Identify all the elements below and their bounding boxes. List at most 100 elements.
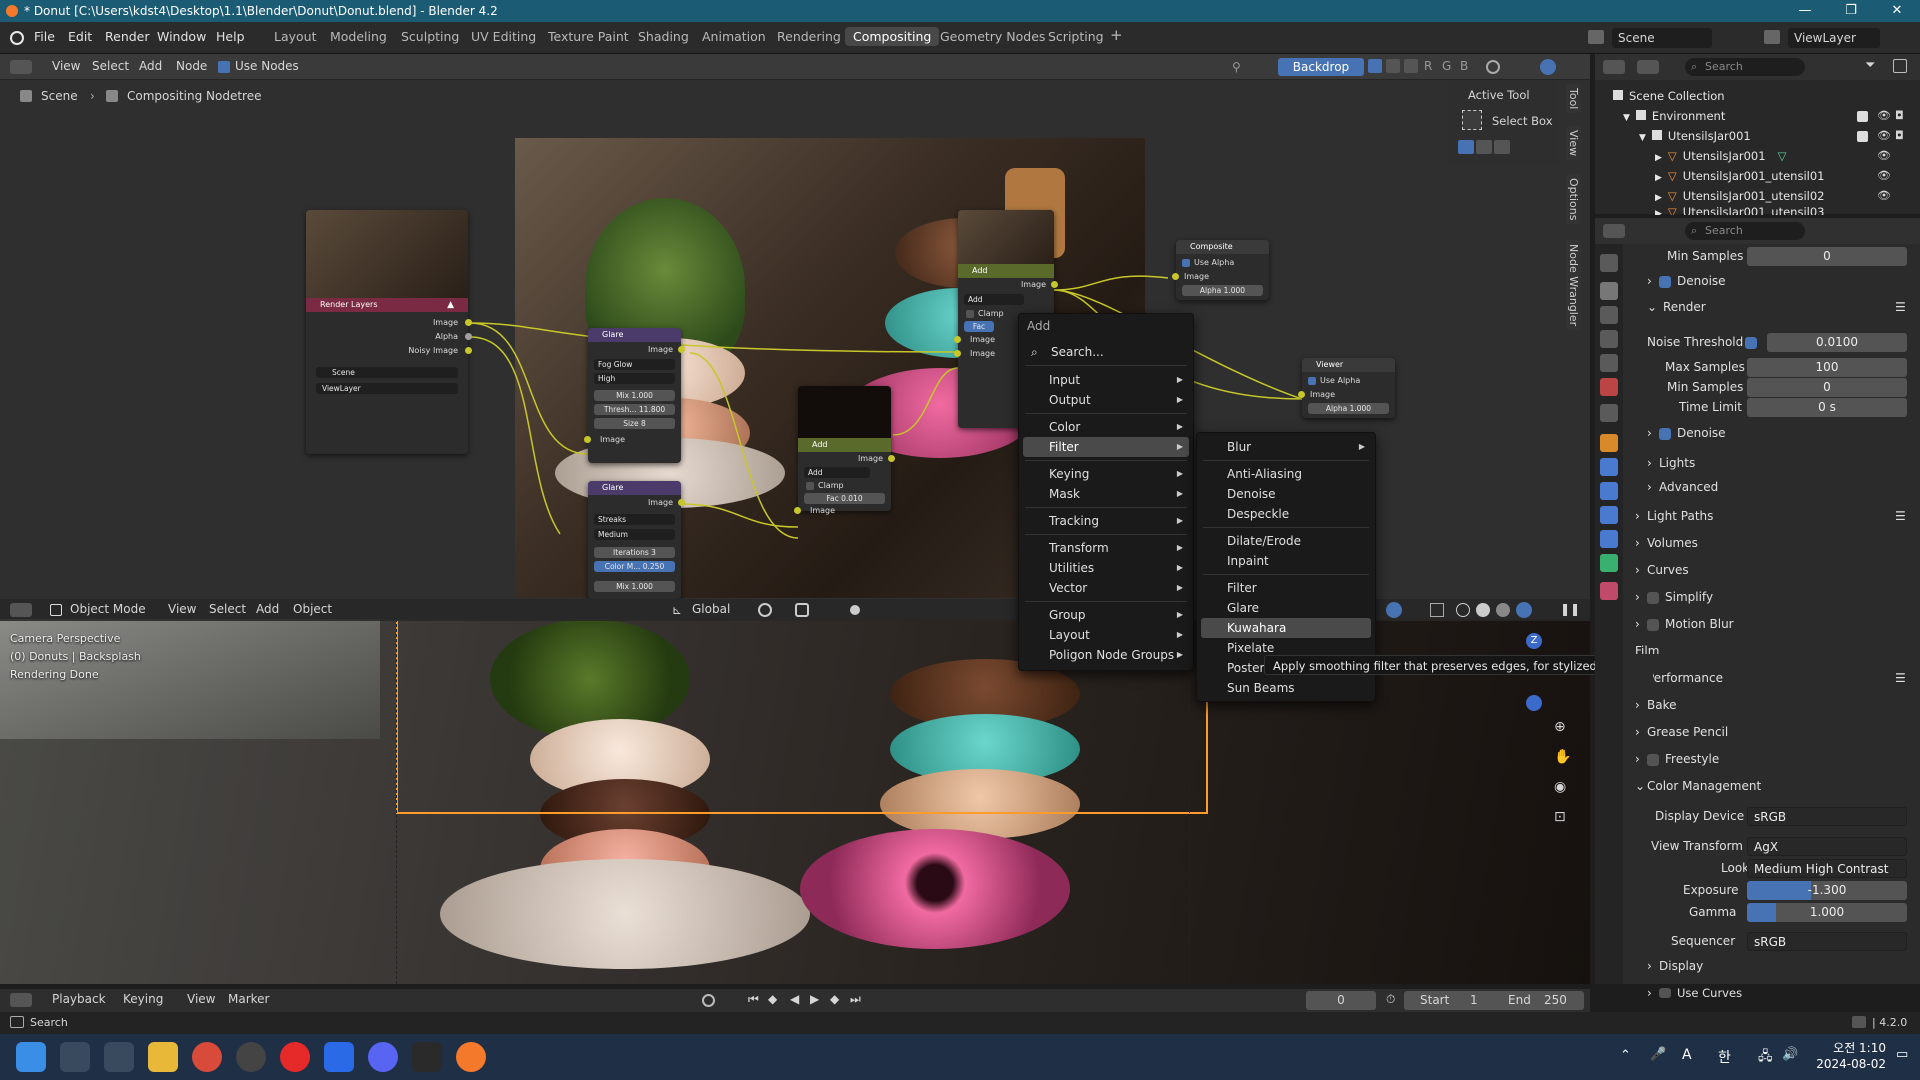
task-view-icon[interactable] [104, 1042, 134, 1072]
workspace-tab-sculpting[interactable]: Sculpting [401, 29, 459, 44]
composite-node[interactable]: Composite Use Alpha Image Alpha 1.000 [1172, 240, 1269, 300]
denoise-checkbox[interactable] [1659, 276, 1671, 288]
render-camera-icon[interactable]: ◘ [1895, 109, 1904, 122]
current-frame-field[interactable]: 0 [1306, 991, 1376, 1010]
denoise-render-checkbox[interactable] [1659, 428, 1671, 440]
use-curves-checkbox[interactable] [1659, 988, 1671, 998]
add-2-blend-dropdown[interactable]: Add [964, 294, 1024, 305]
workspace-tab-uv-editing[interactable]: UV Editing [471, 29, 536, 44]
render-layers-image-socket[interactable] [465, 319, 472, 326]
outliner-item-utensilsjar-collection[interactable]: ▼ UtensilsJar001 [1639, 126, 1751, 146]
shading-rendered-icon[interactable] [1516, 602, 1532, 618]
simplify-section[interactable]: Simplify [1665, 590, 1713, 604]
physics-tab-icon[interactable] [1600, 506, 1618, 524]
filter-denoise[interactable]: Denoise [1201, 484, 1371, 504]
add-2-input-socket-b[interactable] [954, 350, 961, 357]
viewlayer-selector-icon[interactable] [1764, 30, 1780, 44]
viewer-node[interactable]: Viewer Use Alpha Image Alpha 1.000 [1298, 358, 1395, 418]
menu-edit[interactable]: Edit [68, 29, 92, 44]
chrome-icon[interactable] [192, 1042, 222, 1072]
glare-node-1-header[interactable]: Glare [588, 328, 681, 342]
chevron-right-icon[interactable]: › [1647, 959, 1652, 973]
grease-pencil-section[interactable]: Grease Pencil [1647, 725, 1728, 739]
outliner-item-utensilsjar-object[interactable]: ▶ ▽ UtensilsJar001 ▽ [1655, 146, 1786, 166]
timeline-editor-type-icon[interactable] [10, 993, 32, 1007]
view-transform-dropdown[interactable]: AgX [1747, 837, 1907, 856]
chevron-right-icon[interactable]: › [1635, 698, 1640, 712]
viewlayer-name-field[interactable]: ViewLayer [1788, 28, 1880, 48]
composite-image-socket[interactable] [1172, 273, 1179, 280]
add-menu-keying[interactable]: Keying ▶ [1023, 464, 1189, 484]
motion-blur-section[interactable]: Motion Blur [1665, 617, 1734, 631]
volumes-section[interactable]: Volumes [1647, 536, 1698, 550]
data-tab-icon[interactable] [1600, 554, 1618, 572]
workspace-tab-scripting[interactable]: Scripting [1048, 29, 1104, 44]
workspace-tab-shading[interactable]: Shading [638, 29, 689, 44]
color-management-section[interactable]: Color Management [1647, 779, 1761, 793]
jump-to-start-icon[interactable]: ⏮ [748, 992, 759, 1007]
outliner-editor-type-icon[interactable] [1603, 60, 1625, 74]
glare-2-color-modulation-field[interactable]: Color M... 0.250 [594, 561, 675, 572]
presets-list-icon[interactable]: ☰ [1895, 509, 1906, 523]
chevron-right-icon[interactable]: › [1635, 590, 1640, 604]
timeline-menu-playback[interactable]: Playback [52, 992, 106, 1006]
glare-2-iterations-field[interactable]: Iterations 3 [594, 547, 675, 558]
chevron-right-icon[interactable]: › [1635, 725, 1640, 739]
pan-hand-icon[interactable]: ✋ [1554, 749, 1571, 765]
presets-list-icon[interactable]: ☰ [1895, 671, 1906, 685]
chevron-down-icon[interactable]: ▼ [1639, 133, 1646, 143]
view-layer-tab-icon[interactable] [1600, 330, 1618, 348]
record-icon[interactable] [702, 994, 715, 1007]
viewer-use-alpha-checkbox[interactable] [1308, 377, 1316, 385]
add-menu-layout[interactable]: Layout ▶ [1023, 625, 1189, 645]
advanced-subpanel[interactable]: Advanced [1659, 480, 1718, 494]
object-mode-dropdown[interactable]: Object Mode [70, 602, 146, 616]
world-tab-icon[interactable] [1600, 378, 1618, 396]
chevron-right-icon[interactable]: › [1635, 536, 1640, 550]
light-paths-section[interactable]: Light Paths [1647, 509, 1713, 523]
display-subpanel[interactable]: Display [1659, 959, 1703, 973]
viewer-alpha-field[interactable]: Alpha 1.000 [1308, 403, 1389, 414]
add-menu-tracking[interactable]: Tracking ▶ [1023, 511, 1189, 531]
glare-2-type-dropdown[interactable]: Streaks [594, 514, 675, 525]
exclude-checkbox[interactable] [1857, 131, 1868, 142]
add-1-input-socket-a[interactable] [794, 507, 801, 514]
blender-taskbar-icon[interactable] [456, 1042, 486, 1072]
glare-1-mix-field[interactable]: Mix 1.000 [594, 390, 675, 401]
freestyle-checkbox[interactable] [1647, 754, 1659, 766]
glare-1-input-socket[interactable] [584, 436, 591, 443]
texture-tab-icon[interactable] [1600, 582, 1618, 600]
glare-node-2-header[interactable]: Glare [588, 481, 681, 495]
composite-use-alpha-checkbox[interactable] [1182, 259, 1190, 267]
add-1-blend-dropdown[interactable]: Add [804, 467, 870, 478]
glare-2-output-socket[interactable] [678, 499, 685, 506]
timeline-menu-view[interactable]: View [187, 992, 215, 1006]
sidebar-tab-view[interactable]: View [1566, 126, 1581, 161]
sidebar-tab-tool[interactable]: Tool [1566, 84, 1581, 114]
chevron-right-icon[interactable]: › [1647, 426, 1652, 440]
volume-icon[interactable]: 🔊 [1782, 1047, 1798, 1062]
viewport-menu-select[interactable]: Select [209, 602, 246, 616]
viewer-image-socket[interactable] [1298, 391, 1305, 398]
add-menu-poligon-node-groups[interactable]: Poligon Node Groups ▶ [1023, 645, 1189, 665]
object-tab-icon[interactable] [1600, 434, 1618, 452]
stopwatch-icon[interactable]: ⏱ [1386, 992, 1395, 1007]
xray-toggle-icon[interactable] [1430, 603, 1444, 617]
simplify-checkbox[interactable] [1647, 592, 1659, 604]
bake-section[interactable]: Bake [1647, 698, 1677, 712]
timeline-menu-marker[interactable]: Marker [228, 992, 269, 1006]
chevron-right-icon[interactable]: ▶ [1655, 153, 1662, 163]
max-samples-field[interactable]: 100 [1747, 358, 1907, 377]
render-layers-viewlayer-field[interactable]: ViewLayer [316, 383, 458, 394]
navigation-gizmo-z[interactable]: Z [1526, 633, 1542, 649]
add-node-1-header[interactable]: Add [798, 438, 891, 452]
play-icon[interactable]: ▶ [810, 992, 819, 1006]
chevron-down-icon[interactable]: ⌄ [1647, 300, 1657, 314]
frame-range-field[interactable]: Start 1 End 250 [1404, 991, 1584, 1010]
select-box-tool-icon[interactable] [1462, 110, 1482, 130]
add-2-input-socket-a[interactable] [954, 336, 961, 343]
chevron-right-icon[interactable]: › [1647, 456, 1652, 470]
time-limit-field[interactable]: 0 s [1747, 398, 1907, 417]
render-layers-node[interactable]: Render Layers ▲ Image Alpha Noisy Image … [306, 210, 472, 454]
glare-1-type-dropdown[interactable]: Fog Glow [594, 359, 675, 370]
